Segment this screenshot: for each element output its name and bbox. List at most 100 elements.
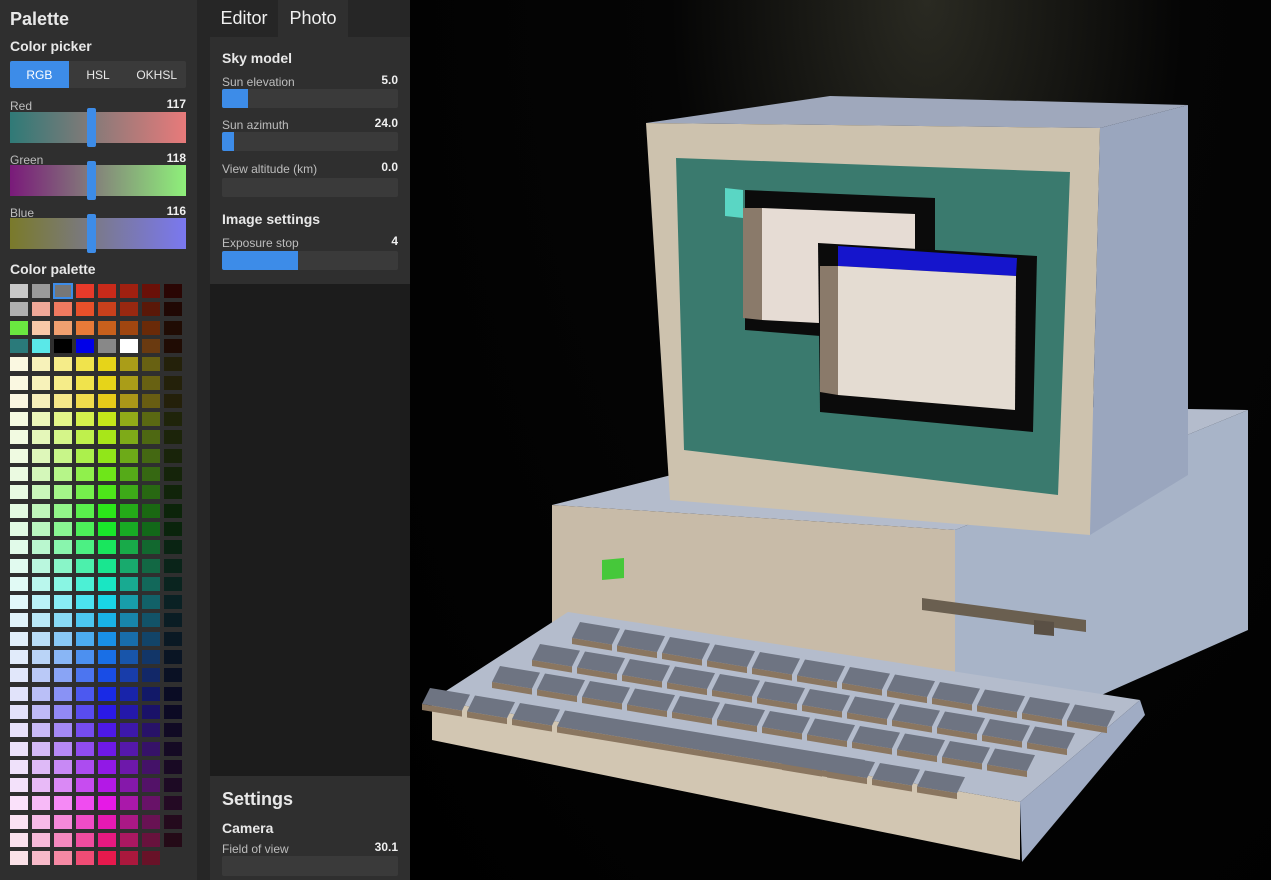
palette-swatch[interactable]: [164, 284, 182, 298]
palette-swatch[interactable]: [32, 302, 50, 317]
palette-swatch[interactable]: [120, 833, 138, 847]
red-slider-handle[interactable]: [86, 108, 96, 147]
palette-swatch[interactable]: [98, 412, 116, 427]
palette-swatch[interactable]: [142, 613, 160, 628]
palette-swatch[interactable]: [164, 302, 182, 317]
palette-swatch[interactable]: [76, 357, 94, 372]
palette-swatch[interactable]: [10, 485, 28, 500]
palette-swatch[interactable]: [76, 723, 94, 738]
palette-swatch[interactable]: [32, 796, 50, 811]
palette-swatch[interactable]: [142, 686, 160, 701]
palette-swatch[interactable]: [32, 485, 50, 500]
palette-swatch[interactable]: [164, 320, 182, 335]
palette-swatch[interactable]: [164, 814, 182, 829]
palette-swatch[interactable]: [120, 759, 138, 774]
palette-swatch[interactable]: [54, 631, 72, 646]
palette-swatch[interactable]: [54, 558, 72, 573]
palette-swatch[interactable]: [32, 704, 50, 719]
palette-swatch[interactable]: [98, 558, 116, 573]
palette-swatch[interactable]: [10, 448, 28, 463]
palette-swatch[interactable]: [54, 430, 72, 445]
palette-swatch[interactable]: [98, 833, 116, 847]
palette-swatch[interactable]: [10, 595, 28, 610]
palette-swatch[interactable]: [98, 595, 116, 610]
palette-swatch[interactable]: [32, 576, 50, 591]
palette-swatch[interactable]: [76, 833, 94, 847]
palette-swatch[interactable]: [142, 393, 160, 408]
palette-swatch[interactable]: [76, 375, 94, 390]
palette-swatch[interactable]: [76, 338, 94, 353]
palette-swatch[interactable]: [10, 375, 28, 390]
palette-swatch[interactable]: [142, 338, 160, 353]
palette-swatch[interactable]: [98, 357, 116, 372]
palette-swatch[interactable]: [76, 412, 94, 427]
tab-photo[interactable]: Photo: [278, 0, 348, 37]
palette-swatch[interactable]: [142, 704, 160, 719]
palette-swatch[interactable]: [54, 540, 72, 555]
palette-swatch[interactable]: [142, 467, 160, 481]
palette-swatch[interactable]: [76, 668, 94, 683]
palette-swatch[interactable]: [142, 503, 160, 518]
palette-swatch[interactable]: [98, 467, 116, 481]
palette-swatch[interactable]: [10, 576, 28, 591]
palette-swatch[interactable]: [32, 814, 50, 829]
palette-swatch[interactable]: [142, 284, 160, 298]
palette-swatch[interactable]: [142, 320, 160, 335]
palette-swatch[interactable]: [76, 814, 94, 829]
palette-swatch[interactable]: [54, 613, 72, 628]
palette-swatch[interactable]: [32, 357, 50, 372]
mode-hsl-button[interactable]: HSL: [69, 61, 128, 88]
palette-swatch[interactable]: [142, 650, 160, 664]
palette-swatch[interactable]: [32, 412, 50, 427]
palette-swatch[interactable]: [98, 723, 116, 738]
palette-swatch[interactable]: [32, 284, 50, 298]
palette-swatch[interactable]: [54, 741, 72, 756]
palette-swatch[interactable]: [10, 521, 28, 536]
render-viewport[interactable]: [410, 0, 1271, 880]
palette-swatch[interactable]: [98, 668, 116, 683]
palette-swatch[interactable]: [76, 302, 94, 317]
palette-swatch[interactable]: [120, 521, 138, 536]
palette-swatch[interactable]: [54, 357, 72, 372]
palette-swatch[interactable]: [98, 704, 116, 719]
palette-swatch[interactable]: [164, 467, 182, 481]
palette-swatch[interactable]: [164, 668, 182, 683]
palette-swatch[interactable]: [76, 595, 94, 610]
palette-swatch[interactable]: [142, 595, 160, 610]
palette-swatch[interactable]: [32, 613, 50, 628]
palette-swatch[interactable]: [120, 430, 138, 445]
palette-swatch[interactable]: [142, 412, 160, 427]
palette-swatch[interactable]: [32, 558, 50, 573]
palette-swatch[interactable]: [76, 540, 94, 555]
palette-swatch[interactable]: [32, 668, 50, 683]
blue-slider-handle[interactable]: [86, 214, 96, 253]
palette-swatch[interactable]: [142, 521, 160, 536]
palette-swatch[interactable]: [76, 393, 94, 408]
palette-swatch[interactable]: [10, 540, 28, 555]
palette-swatch[interactable]: [142, 302, 160, 317]
palette-swatch[interactable]: [54, 851, 72, 866]
palette-swatch[interactable]: [164, 576, 182, 591]
palette-swatch[interactable]: [54, 778, 72, 793]
palette-swatch[interactable]: [10, 338, 28, 353]
palette-swatch[interactable]: [10, 686, 28, 701]
palette-swatch[interactable]: [10, 393, 28, 408]
palette-swatch[interactable]: [142, 448, 160, 463]
palette-swatch[interactable]: [10, 503, 28, 518]
palette-swatch[interactable]: [32, 375, 50, 390]
palette-swatch[interactable]: [142, 668, 160, 683]
palette-swatch[interactable]: [10, 759, 28, 774]
palette-swatch[interactable]: [32, 631, 50, 646]
green-slider-handle[interactable]: [86, 161, 96, 200]
palette-swatch[interactable]: [54, 650, 72, 664]
palette-swatch[interactable]: [76, 320, 94, 335]
palette-swatch[interactable]: [142, 851, 160, 866]
palette-swatch[interactable]: [98, 503, 116, 518]
palette-swatch[interactable]: [54, 796, 72, 811]
palette-swatch[interactable]: [142, 759, 160, 774]
palette-swatch[interactable]: [142, 375, 160, 390]
palette-swatch[interactable]: [98, 631, 116, 646]
mode-rgb-button[interactable]: RGB: [10, 61, 69, 88]
palette-swatch[interactable]: [120, 723, 138, 738]
palette-swatch[interactable]: [76, 650, 94, 664]
